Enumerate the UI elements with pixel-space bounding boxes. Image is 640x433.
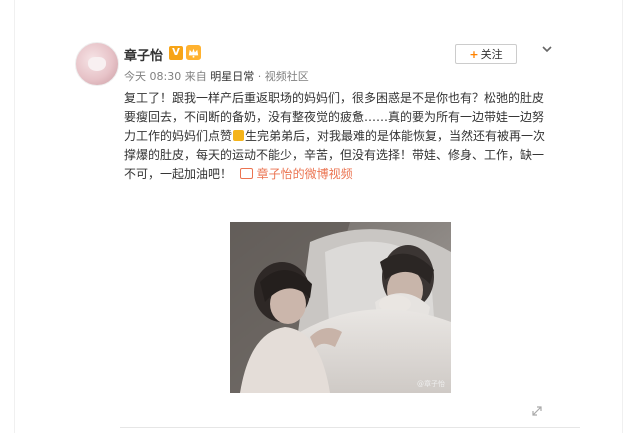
post-meta: 今天 08:30 来自 明星日常 · 视频社区 [124, 68, 309, 84]
divider [120, 427, 580, 428]
post-text-line: 力工作的妈妈们点赞 生完弟弟后，对我最难的是体能恢复，当然还有被再一次 [124, 127, 564, 146]
follow-button[interactable]: + 关注 [455, 44, 517, 64]
crown-icon [186, 45, 201, 60]
post-text-fragment: 生完弟弟后，对我最难的是体能恢复，当然还有被再一次 [245, 129, 546, 143]
chevron-down-icon[interactable] [540, 42, 554, 56]
thumbs-up-emoji-icon [233, 130, 245, 141]
post-text-line: 要瘦回去，不间断的备奶，没有整夜觉的疲惫……真的要为所有一边带娃一边努 [124, 110, 545, 124]
plus-icon: + [469, 48, 479, 61]
post-text-line: 复工了！跟我一样产后重返职场的妈妈们，很多困惑是不是你也有？松弛的肚皮 [124, 91, 545, 105]
post-text-fragment: 力工作的妈妈们点赞 [124, 129, 233, 143]
post-photo[interactable]: @章子怡 [230, 222, 451, 393]
post-community[interactable]: 视频社区 [265, 70, 309, 83]
video-link-label: 章子怡的微博视频 [256, 167, 353, 181]
photo-illustration [230, 222, 451, 393]
post-source[interactable]: 明星日常 [210, 70, 254, 83]
post-time[interactable]: 今天 08:30 [124, 70, 181, 83]
from-label: 来自 [184, 70, 207, 83]
username[interactable]: 章子怡 [124, 45, 163, 64]
verified-v-icon: V [169, 46, 183, 60]
post-text-fragment: 不可，一起加油吧！ [124, 167, 233, 181]
video-link[interactable]: 章子怡的微博视频 [239, 167, 353, 181]
post-text: 复工了！跟我一样产后重返职场的妈妈们，很多困惑是不是你也有？松弛的肚皮 要瘦回去… [124, 89, 564, 184]
photo-watermark: @章子怡 [417, 380, 445, 388]
page-right-border [622, 0, 623, 433]
post-text-line: 不可，一起加油吧！ 章子怡的微博视频 [124, 165, 564, 184]
video-icon [239, 168, 253, 179]
follow-label: 关注 [480, 48, 503, 61]
expand-icon[interactable] [530, 404, 544, 418]
post-text-line: 撑爆的肚皮，每天的运动不能少，辛苦，但没有选择！带娃、修身、工作，缺一 [124, 148, 545, 162]
avatar[interactable] [75, 42, 119, 86]
meta-separator: · [257, 70, 262, 83]
page-left-border [14, 0, 15, 433]
